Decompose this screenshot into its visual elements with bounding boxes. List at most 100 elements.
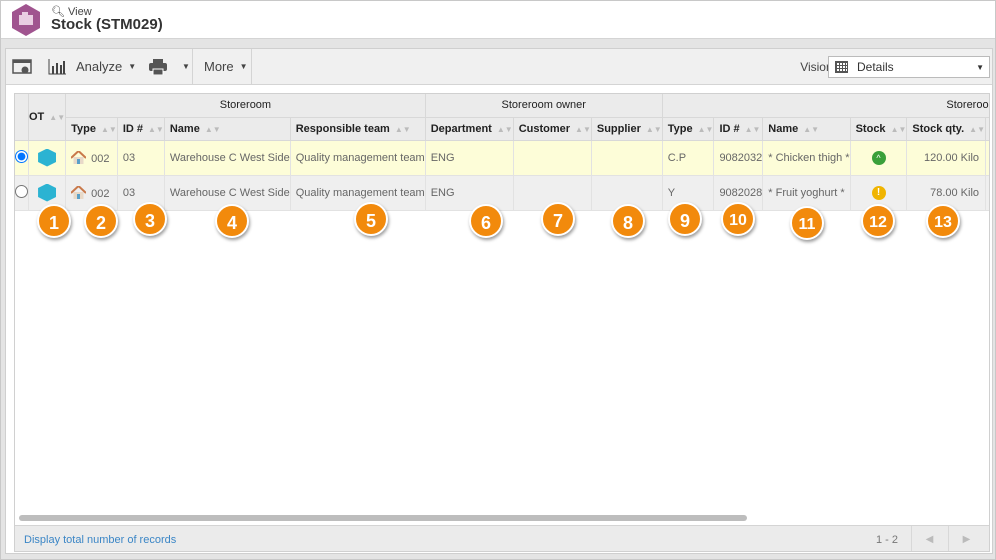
stock-warning-icon: ! [871, 185, 886, 200]
table-row[interactable]: 002 03 Warehouse C West Side Quality manage… [15, 140, 989, 176]
sort-icon: ▲▼ [890, 124, 907, 134]
column-header-item-type[interactable]: Type ▲▼ [662, 117, 715, 141]
sort-icon: ▲▼ [394, 124, 411, 134]
stock-logo-icon [12, 4, 40, 36]
customer-cell [513, 140, 592, 176]
print-button[interactable]: ▼ [148, 49, 190, 84]
column-header-stock[interactable]: Stock ▲▼ [850, 117, 908, 141]
sort-icon: ▲▼ [49, 112, 66, 122]
row-select-cell [15, 140, 29, 176]
type-cell: 002 [65, 140, 118, 176]
column-header-department[interactable]: Department ▲▼ [425, 117, 514, 141]
truncated-cell [985, 175, 989, 211]
item-type-cell: C.P [662, 140, 715, 176]
column-header-item-name[interactable]: Name ▲▼ [762, 117, 851, 141]
caret-down-icon: ▼ [128, 62, 137, 71]
type-cell: 002 [65, 175, 118, 211]
callout-badge: 3 [133, 202, 167, 236]
callout-badge: 4 [215, 204, 249, 238]
column-header-ot[interactable]: OT ▲▼ [28, 94, 67, 141]
item-name-cell: * Fruit yoghurt * [762, 175, 851, 211]
column-header-supplier[interactable]: Supplier ▲▼ [591, 117, 663, 141]
view-record-icon [12, 58, 32, 74]
stock-qty-cell: 120.00 Kilo [906, 140, 987, 176]
previous-page-button[interactable]: ◀ [911, 526, 947, 551]
chevron-left-icon: ◀ [925, 534, 934, 545]
group-header-storeroom-owner: Storeroom owner [425, 94, 663, 118]
sort-icon: ▲▼ [575, 124, 591, 134]
item-id-cell: 9082032 [713, 140, 764, 176]
team-cell: Quality management team [290, 175, 426, 211]
stock-table: OT▲▼ Storeroom Storeroom owner Storeroom… [15, 94, 989, 211]
department-cell: ENG [425, 175, 514, 211]
bar-chart-icon [48, 58, 66, 74]
visions-select[interactable]: Details ▼ [828, 56, 990, 78]
team-cell: Quality management team [290, 140, 426, 176]
name-cell: Warehouse C West Side [164, 140, 291, 176]
callout-badge: 5 [354, 202, 388, 236]
department-cell: ENG [425, 140, 514, 176]
callout-badge: 2 [84, 204, 118, 238]
callout-badge: 7 [541, 202, 575, 236]
caret-down-icon[interactable]: ▼ [182, 62, 190, 71]
sort-icon: ▲▼ [803, 124, 820, 134]
supplier-cell [591, 140, 663, 176]
callout-badge: 10 [721, 202, 755, 236]
row-radio[interactable] [15, 149, 28, 163]
column-header-item-id[interactable]: ID # ▲▼ [713, 117, 764, 141]
column-header-customer[interactable]: Customer ▲▼ [513, 117, 592, 141]
more-button[interactable]: More ▼ [204, 49, 248, 84]
divider [251, 49, 252, 84]
row-select-cell [15, 175, 29, 211]
callout-badge: 9 [668, 202, 702, 236]
display-total-link[interactable]: Display total number of records [24, 534, 176, 546]
chevron-right-icon: ▶ [962, 534, 971, 545]
group-header-storeroom-item: Storeroom [662, 94, 989, 118]
horizontal-scrollbar[interactable] [19, 515, 747, 521]
id-cell: 03 [117, 140, 165, 176]
caret-down-icon: ▼ [976, 62, 984, 72]
callout-badge: 13 [926, 204, 960, 238]
callout-badge: 11 [790, 206, 824, 240]
group-header-storeroom: Storeroom [65, 94, 426, 118]
sort-icon: ▲▼ [100, 124, 117, 134]
sort-icon: ▲▼ [204, 124, 221, 134]
sort-icon: ▲▼ [744, 124, 761, 134]
next-page-button[interactable]: ▶ [948, 526, 984, 551]
main-panel: Analyze ▼ ▼ More ▼ Visions: Details ▼ OT ▲▼ … [5, 48, 993, 554]
printer-icon [149, 58, 167, 75]
toolbar: Analyze ▼ ▼ More ▼ Visions: Details ▼ [6, 49, 992, 85]
column-header-id[interactable]: ID # ▲▼ [117, 117, 165, 141]
storeroom-house-icon [70, 184, 87, 199]
column-header-name[interactable]: Name ▲▼ [164, 117, 291, 141]
data-grid: OT▲▼ Storeroom Storeroom owner Storeroom… [14, 93, 990, 552]
item-name-cell: * Chicken thigh * [762, 140, 851, 176]
select-column-header [15, 94, 29, 141]
grid-icon [835, 61, 848, 73]
storeroom-house-icon [70, 149, 87, 164]
caret-down-icon: ▼ [239, 62, 248, 71]
object-type-icon [38, 183, 57, 202]
truncated-cell [985, 140, 989, 176]
sort-icon: ▲▼ [496, 124, 513, 134]
column-header-truncated[interactable]: F [985, 117, 989, 141]
grid-footer: Display total number of records 1 - 2 ◀ … [15, 525, 989, 551]
column-header-responsible-team[interactable]: Responsible team ▲▼ [290, 117, 426, 141]
analyze-button[interactable]: Analyze ▼ [48, 49, 136, 84]
sort-icon: ▲▼ [969, 124, 986, 134]
object-type-icon [38, 148, 57, 167]
page-range: 1 - 2 [876, 534, 899, 546]
ot-cell [28, 140, 67, 176]
table-row[interactable]: 002 03 Warehouse C West Side Quality manage… [15, 175, 989, 211]
callout-badge: 1 [37, 204, 71, 238]
view-record-button[interactable] [12, 49, 32, 84]
callout-badge: 6 [469, 204, 503, 238]
page-header: 🔍︎ View Stock (STM029) [1, 1, 995, 39]
column-header-stock-qty[interactable]: Stock qty. ▲▼ [906, 117, 987, 141]
sort-icon: ▲▼ [148, 124, 164, 134]
sort-icon: ▲▼ [645, 124, 662, 134]
sort-icon: ▲▼ [697, 124, 714, 134]
row-radio[interactable] [15, 184, 28, 198]
page-title: Stock (STM029) [51, 16, 163, 33]
column-header-type[interactable]: Type ▲▼ [65, 117, 118, 141]
